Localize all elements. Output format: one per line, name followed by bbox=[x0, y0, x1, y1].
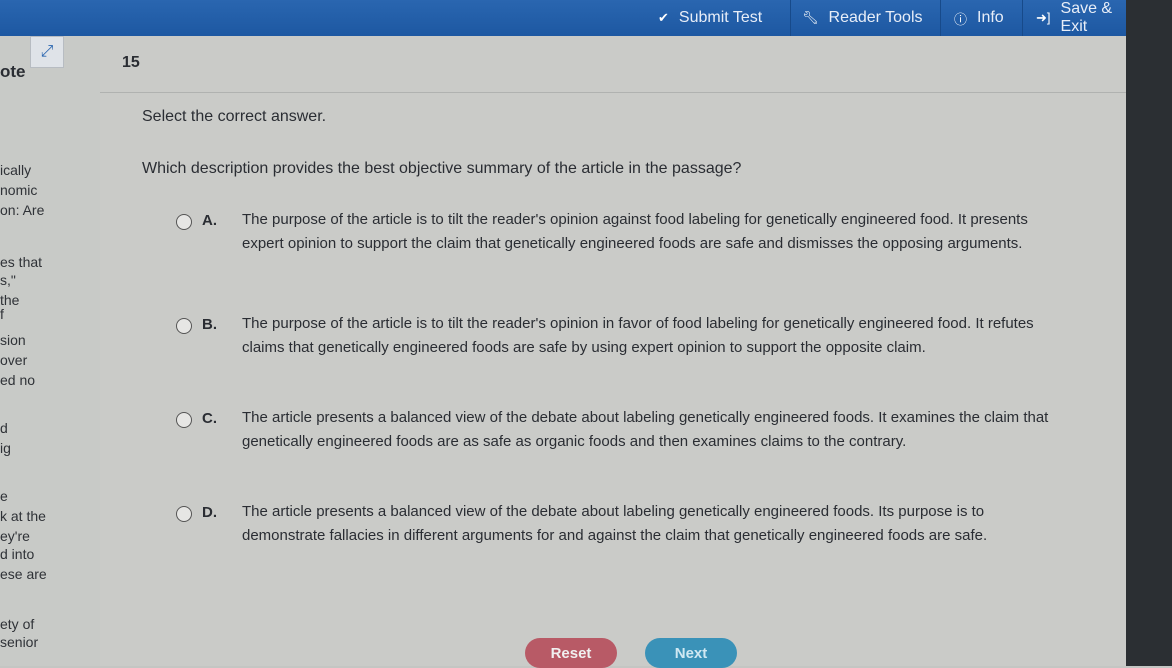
answer-option-c[interactable]: C. The article presents a balanced view o… bbox=[176, 409, 1056, 454]
radio-button[interactable] bbox=[176, 506, 192, 522]
passage-panel: ⤢ ote ically nomic on: Are es that s," the f si… bbox=[0, 36, 100, 666]
question-panel: 15 Select the correct answer. Which desc… bbox=[100, 36, 1126, 668]
option-text: The purpose of the article is to tilt th… bbox=[242, 315, 1034, 356]
passage-line: ese are bbox=[0, 566, 47, 582]
expand-icon[interactable]: ⤢ bbox=[30, 36, 64, 68]
answer-option-a[interactable]: A. The purpose of the article is to tilt … bbox=[176, 211, 1056, 256]
passage-line: on: Are bbox=[0, 202, 45, 218]
info-button[interactable]: ⓘ Info bbox=[944, 0, 1014, 36]
passage-line: over bbox=[0, 352, 28, 368]
next-button[interactable]: Next bbox=[645, 638, 737, 668]
answer-option-b[interactable]: B. The purpose of the article is to tilt … bbox=[176, 315, 1056, 360]
passage-line: es that bbox=[0, 254, 43, 270]
passage-line: ed no bbox=[0, 372, 36, 388]
radio-button[interactable] bbox=[176, 412, 192, 428]
divider bbox=[100, 92, 1126, 93]
question-prompt: Which description provides the best obje… bbox=[142, 160, 742, 177]
passage-line: senior bbox=[0, 634, 39, 650]
passage-title: ote bbox=[0, 62, 26, 81]
save-exit-label: Save & Exit bbox=[1060, 0, 1113, 35]
option-letter: B. bbox=[202, 316, 217, 333]
answer-option-d[interactable]: D. The article presents a balanced view o… bbox=[176, 503, 1056, 548]
passage-line: e bbox=[0, 488, 8, 504]
reset-button[interactable]: Reset bbox=[525, 638, 617, 668]
option-letter: D. bbox=[202, 504, 217, 521]
radio-button[interactable] bbox=[176, 214, 192, 230]
save-exit-button[interactable]: ➜] Save & Exit bbox=[1026, 0, 1130, 36]
screen-edge bbox=[1126, 0, 1172, 666]
submit-test-button[interactable]: ✔ Submit Test bbox=[648, 0, 772, 36]
passage-line: ety of bbox=[0, 616, 35, 632]
passage-line: nomic bbox=[0, 182, 38, 198]
reader-tools-button[interactable]: 🔧︎ Reader Tools bbox=[792, 0, 933, 36]
passage-line: f bbox=[0, 306, 4, 322]
passage-line: s," bbox=[0, 272, 16, 288]
option-text: The article presents a balanced view of … bbox=[242, 503, 988, 544]
check-circle-icon: ✔ bbox=[658, 10, 669, 25]
option-letter: C. bbox=[202, 410, 217, 427]
question-number: 15 bbox=[122, 54, 140, 71]
option-letter: A. bbox=[202, 212, 217, 229]
option-text: The purpose of the article is to tilt th… bbox=[242, 211, 1028, 252]
passage-line: ically bbox=[0, 162, 32, 178]
passage-line: d into bbox=[0, 546, 35, 562]
reader-tools-label: Reader Tools bbox=[828, 9, 923, 26]
passage-line: sion bbox=[0, 332, 26, 348]
top-toolbar: ✔ Submit Test 🔧︎ Reader Tools ⓘ Info ➜] Save… bbox=[0, 0, 1130, 36]
passage-line: d bbox=[0, 420, 8, 436]
info-label: Info bbox=[977, 9, 1004, 26]
sign-in-icon: ➜] bbox=[1036, 10, 1051, 25]
instruction: Select the correct answer. bbox=[142, 108, 327, 125]
submit-test-label: Submit Test bbox=[678, 9, 763, 26]
info-icon: ⓘ bbox=[954, 11, 968, 27]
wrench-icon: 🔧︎ bbox=[802, 10, 819, 25]
passage-line: k at the bbox=[0, 508, 46, 524]
radio-button[interactable] bbox=[176, 318, 192, 334]
passage-line: ig bbox=[0, 440, 11, 456]
option-text: The article presents a balanced view of … bbox=[242, 409, 1049, 450]
passage-line: ey're bbox=[0, 528, 30, 544]
